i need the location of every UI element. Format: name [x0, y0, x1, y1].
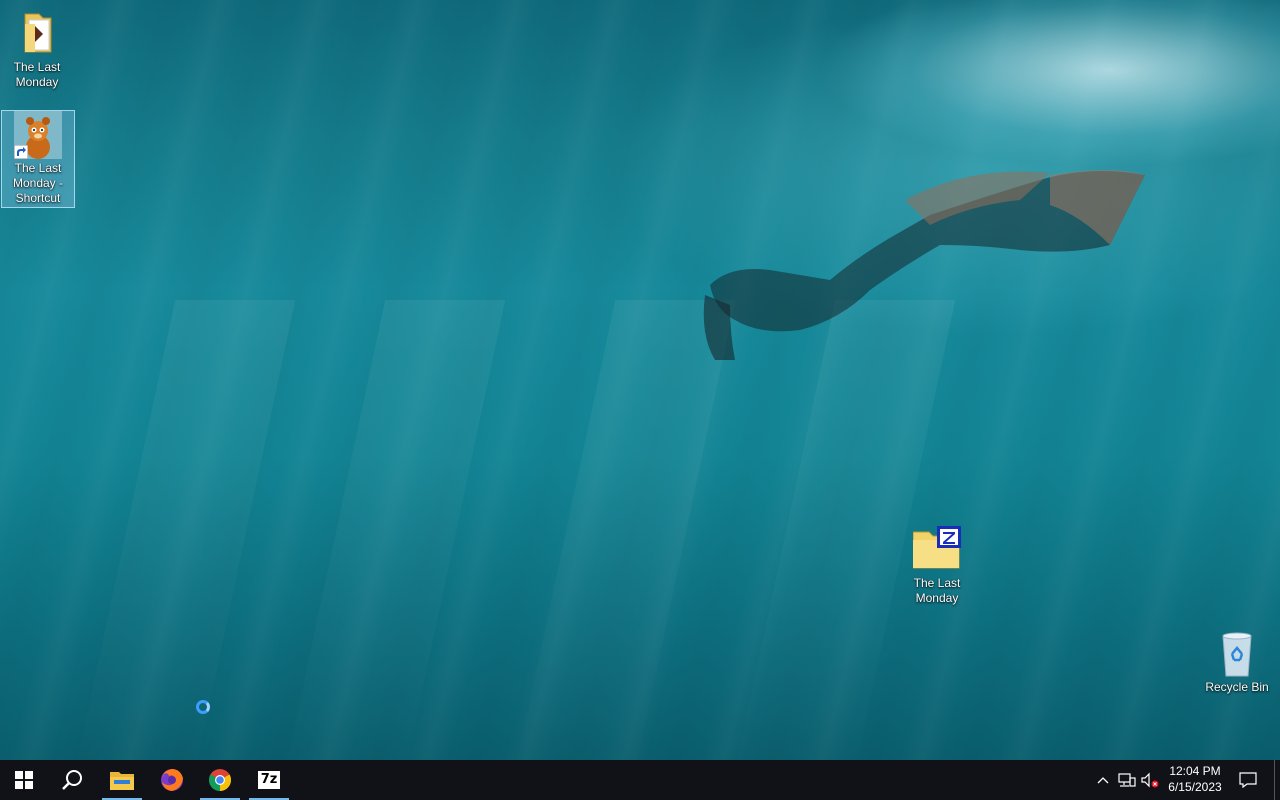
cartoon-character-icon [14, 111, 62, 159]
clock[interactable]: 12:04 PM 6/15/2023 [1160, 763, 1230, 795]
desktop-icon-label: The Last Monday - Shortcut [12, 161, 64, 205]
recycle-bin-icon [1213, 630, 1261, 678]
7zip-icon: 7z [258, 771, 280, 789]
clock-time: 12:04 PM [1169, 764, 1221, 778]
desktop-icon-label: The Last Monday [913, 576, 961, 605]
search-icon [62, 770, 82, 790]
search-button[interactable] [48, 760, 96, 800]
volume-muted-icon [1141, 772, 1159, 788]
zip-archive-icon [912, 526, 961, 574]
busy-cursor-icon [196, 700, 210, 714]
volume-button[interactable] [1140, 760, 1160, 800]
firefox-icon [161, 769, 183, 791]
desktop-icon-recycle-bin[interactable]: Recycle Bin [1201, 630, 1273, 700]
folder-icon [110, 772, 134, 790]
chevron-up-icon [1097, 777, 1109, 784]
taskbar: 7z 12:04 PM 6/15/2023 [0, 760, 1280, 800]
clock-date: 6/15/2023 [1168, 780, 1222, 794]
desktop-wallpaper[interactable]: The Last Monday The Last Monday - Shortc… [0, 0, 1280, 760]
7zip-button[interactable]: 7z [245, 760, 293, 800]
desktop-icon-folder[interactable]: The Last Monday [1, 10, 73, 92]
desktop-icon-label: Recycle Bin [1205, 680, 1269, 694]
windows-logo-icon [15, 771, 33, 789]
start-button[interactable] [0, 760, 48, 800]
show-desktop-button[interactable] [1274, 760, 1280, 800]
shortcut-arrow-icon [14, 145, 28, 159]
file-explorer-button[interactable] [98, 760, 146, 800]
freediver-silhouette [703, 170, 1145, 360]
network-wired-icon [1118, 773, 1136, 787]
chrome-icon [209, 769, 231, 791]
show-hidden-icons-button[interactable] [1094, 760, 1112, 800]
desktop-icon-shortcut[interactable]: The Last Monday - Shortcut [1, 110, 75, 208]
7zip-icon-text: 7z [260, 772, 278, 787]
network-status-button[interactable] [1116, 760, 1138, 800]
desktop-icon-zip-archive[interactable]: The Last Monday [901, 526, 973, 612]
light-ray [64, 300, 296, 760]
firefox-button[interactable] [148, 760, 196, 800]
desktop-icon-label: The Last Monday [13, 60, 61, 89]
light-ray [274, 300, 506, 760]
notification-icon [1239, 772, 1257, 788]
folder-icon [13, 10, 61, 58]
action-center-button[interactable] [1232, 760, 1264, 800]
chrome-button[interactable] [196, 760, 244, 800]
